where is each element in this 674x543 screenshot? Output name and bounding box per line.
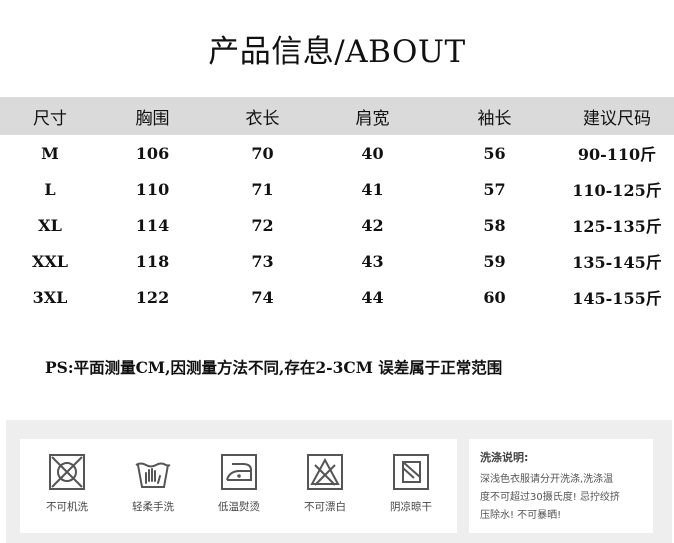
cell-sleeve: 57 <box>483 179 506 199</box>
care-label: 不可机洗 <box>46 501 88 513</box>
care-item-gentle-hand-wash: 轻柔手洗 <box>113 439 193 533</box>
wash-instructions-title: 洗涤说明: <box>480 451 529 464</box>
cell-shoulder: 42 <box>361 215 384 235</box>
no-bleach-icon <box>307 454 343 490</box>
table-row: XXL 118 73 43 59 135-145斤 <box>0 243 674 279</box>
cell-length: 72 <box>251 215 274 235</box>
care-panel: 不可机洗 轻柔手洗 低温熨烫 不可漂白 阴凉晾干 洗涤说明: 深浅色衣服请分开洗… <box>6 420 672 543</box>
page-title: 产品信息/ABOUT <box>208 34 466 70</box>
care-label: 阴凉晾干 <box>390 501 432 513</box>
shade-dry-icon <box>393 454 429 490</box>
table-row: 3XL 122 74 44 60 145-155斤 <box>0 279 674 315</box>
cell-recommended: 90-110斤 <box>577 145 657 164</box>
cell-shoulder: 41 <box>361 179 384 199</box>
table-row: L 110 71 41 57 110-125斤 <box>0 171 674 207</box>
table-row: M 106 70 40 56 90-110斤 <box>0 135 674 171</box>
care-divider <box>457 439 469 533</box>
cell-shoulder: 44 <box>361 287 384 307</box>
header-recommended: 建议尺码 <box>583 108 651 129</box>
low-temp-iron-icon <box>221 454 257 490</box>
cell-size: 3XL <box>32 287 68 307</box>
cell-size: M <box>41 143 59 163</box>
cell-chest: 122 <box>135 287 170 307</box>
cell-chest: 118 <box>135 251 170 271</box>
cell-size: XL <box>38 215 62 235</box>
care-item-shade-dry: 阴凉晾干 <box>371 439 451 533</box>
gentle-hand-wash-icon <box>135 462 171 488</box>
wash-instructions-line: 度不可超过30摄氏度! 忌拧绞挤 <box>480 492 620 503</box>
header-size: 尺寸 <box>33 108 67 129</box>
care-label: 轻柔手洗 <box>132 501 174 513</box>
cell-sleeve: 59 <box>483 251 506 271</box>
cell-sleeve: 58 <box>483 215 506 235</box>
care-label: 不可漂白 <box>304 501 346 513</box>
size-table-header: 尺寸 胸围 衣长 肩宽 袖长 建议尺码 <box>0 97 674 135</box>
cell-length: 70 <box>251 143 274 163</box>
size-table: 尺寸 胸围 衣长 肩宽 袖长 建议尺码 M 106 70 40 56 90-11… <box>0 97 674 315</box>
cell-sleeve: 56 <box>483 143 506 163</box>
wash-instructions-line: 深浅色衣服请分开洗涤,洗涤温 <box>480 474 614 485</box>
cell-shoulder: 40 <box>361 143 384 163</box>
cell-recommended: 145-155斤 <box>572 289 662 308</box>
wash-instructions: 洗涤说明: 深浅色衣服请分开洗涤,洗涤温 度不可超过30摄氏度! 忌拧绞挤 压除… <box>480 449 650 525</box>
table-row: XL 114 72 42 58 125-135斤 <box>0 207 674 243</box>
wash-instructions-line: 压除水! 不可暴晒! <box>480 510 562 521</box>
measurement-note: PS:平面测量CM,因测量方法不同,存在2-3CM 误差属于正常范围 <box>45 358 503 377</box>
cell-recommended: 135-145斤 <box>572 253 662 272</box>
care-item-no-machine-wash: 不可机洗 <box>27 439 107 533</box>
cell-shoulder: 43 <box>361 251 384 271</box>
header-length: 衣长 <box>245 108 280 129</box>
care-panel-inner: 不可机洗 轻柔手洗 低温熨烫 不可漂白 阴凉晾干 洗涤说明: 深浅色衣服请分开洗… <box>20 439 653 533</box>
care-label: 低温熨烫 <box>218 501 260 513</box>
cell-size: L <box>44 179 56 199</box>
no-machine-wash-icon <box>49 454 85 490</box>
header-shoulder: 肩宽 <box>355 108 390 129</box>
cell-size: XXL <box>31 251 69 271</box>
cell-sleeve: 60 <box>483 287 506 307</box>
cell-chest: 114 <box>135 215 170 235</box>
cell-recommended: 110-125斤 <box>572 181 662 200</box>
care-item-low-temp-iron: 低温熨烫 <box>199 439 279 533</box>
cell-length: 71 <box>251 179 274 199</box>
header-chest: 胸围 <box>135 108 170 129</box>
cell-recommended: 125-135斤 <box>572 217 662 236</box>
header-sleeve: 袖长 <box>477 108 512 129</box>
cell-length: 73 <box>251 251 274 271</box>
care-item-no-bleach: 不可漂白 <box>285 439 365 533</box>
cell-length: 74 <box>251 287 274 307</box>
cell-chest: 106 <box>135 143 170 163</box>
cell-chest: 110 <box>135 179 170 199</box>
